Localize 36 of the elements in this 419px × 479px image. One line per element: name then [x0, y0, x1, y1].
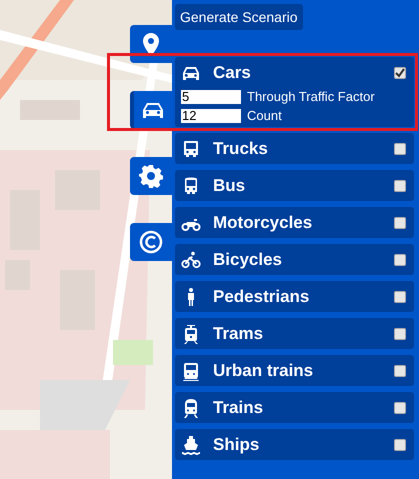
field-label: Through Traffic Factor [247, 89, 375, 104]
checkbox[interactable] [394, 291, 406, 303]
input-field[interactable]: 5 [181, 90, 241, 104]
side-tab[interactable] [130, 223, 172, 261]
vehicle-label: Trains [213, 398, 264, 418]
train-icon [181, 398, 201, 418]
checkbox[interactable] [394, 143, 406, 155]
ship-icon [181, 435, 201, 455]
settings-icon [139, 164, 163, 188]
field-label: Count [247, 108, 282, 123]
checkbox[interactable] [394, 328, 406, 340]
checkbox[interactable] [394, 180, 406, 192]
generate-scenario-button[interactable]: Generate Scenario [175, 4, 303, 30]
side-tab[interactable] [130, 25, 172, 63]
vehicle-label: Bus [213, 176, 246, 196]
vehicle-label: Ships [213, 435, 260, 455]
checkbox[interactable] [394, 365, 406, 377]
vehicle-label: Bicycles [213, 250, 283, 270]
side-tab[interactable] [130, 157, 172, 195]
input-field[interactable]: 12 [181, 108, 241, 122]
vehicle-label: Trams [213, 324, 264, 344]
checkbox[interactable] [394, 254, 406, 266]
side-tab[interactable] [130, 91, 172, 129]
vehicle-label: Urban trains [213, 361, 314, 381]
vehicle-label: Motorcycles [213, 213, 314, 233]
train-icon [181, 361, 201, 381]
checkbox[interactable] [394, 439, 406, 451]
vehicle-label: Pedestrians [213, 287, 310, 307]
checkbox[interactable] [394, 67, 406, 79]
truck-icon [181, 139, 201, 159]
copyright-icon [139, 230, 163, 254]
checkbox[interactable] [394, 217, 406, 229]
checkbox[interactable] [394, 402, 406, 414]
vehicle-label: Trucks [213, 139, 269, 159]
vehicle-label: Cars [213, 63, 252, 83]
bicycle-icon [181, 250, 201, 270]
